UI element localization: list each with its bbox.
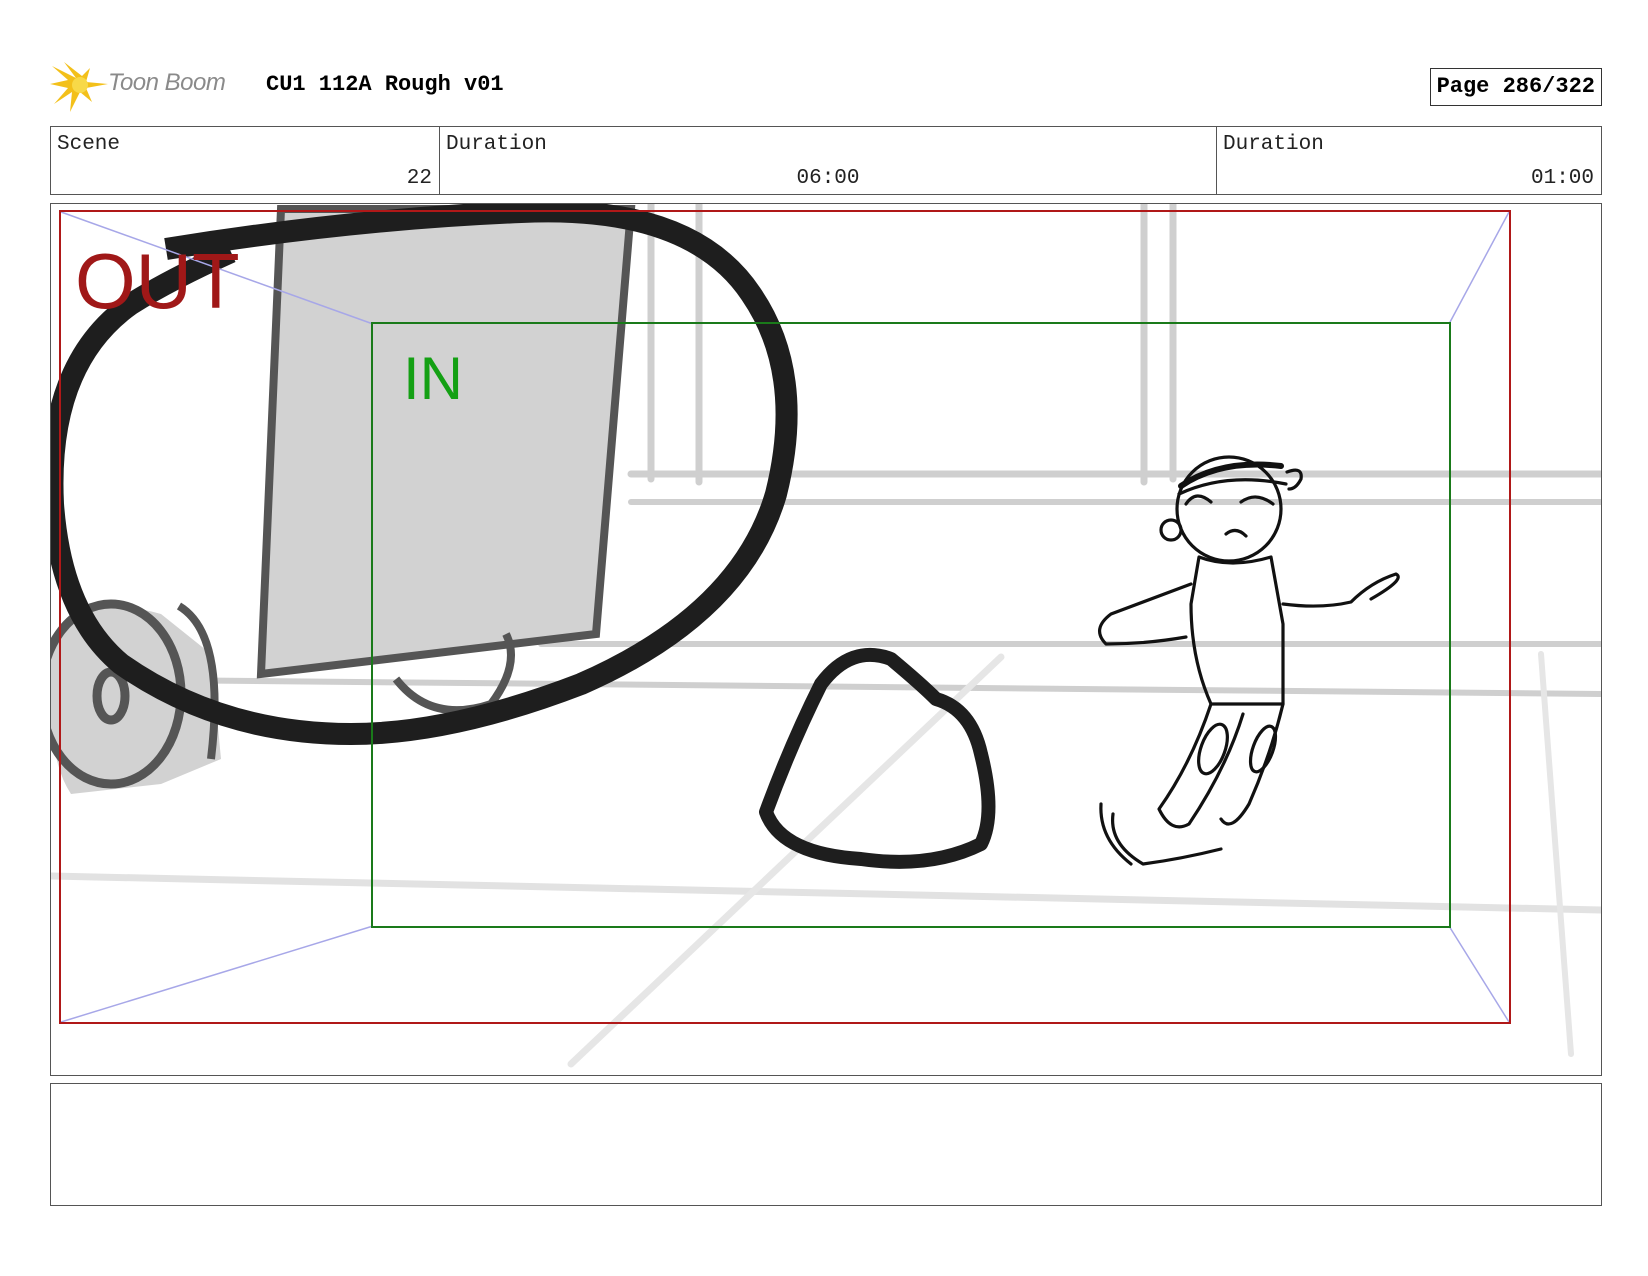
header: Toon Boom CU1 112A Rough v01 Page 286/32… [50, 58, 1602, 112]
toon-boom-logo-icon [50, 62, 108, 112]
out-frame-label: OUT [75, 237, 240, 325]
panel-duration-cell: Duration 01:00 [1216, 127, 1601, 194]
panel-duration-value: 01:00 [1530, 167, 1594, 190]
panel-drawing [51, 204, 1601, 1068]
scene-cell: Scene 22 [51, 127, 439, 194]
character-sketch [1098, 455, 1400, 866]
page-indicator: Page 286/322 [1429, 68, 1602, 106]
scene-info-table: Scene 22 Duration 06:00 Duration 01:00 [50, 126, 1602, 195]
panel-notes-box [50, 1083, 1602, 1206]
duration-cell: Duration 06:00 [439, 127, 1216, 194]
scene-label: Scene [57, 133, 121, 156]
brand-wordmark: Toon Boom [108, 69, 226, 96]
in-frame-label: IN [403, 345, 463, 412]
duration-label: Duration [446, 133, 547, 156]
duration-value: 06:00 [796, 167, 860, 190]
document-title: CU1 112A Rough v01 [266, 72, 504, 97]
toon-boom-logo: Toon Boom [50, 58, 250, 114]
scene-value: 22 [406, 167, 432, 190]
panel-duration-label: Duration [1223, 133, 1324, 156]
storyboard-panel: OUT IN [50, 203, 1602, 1076]
